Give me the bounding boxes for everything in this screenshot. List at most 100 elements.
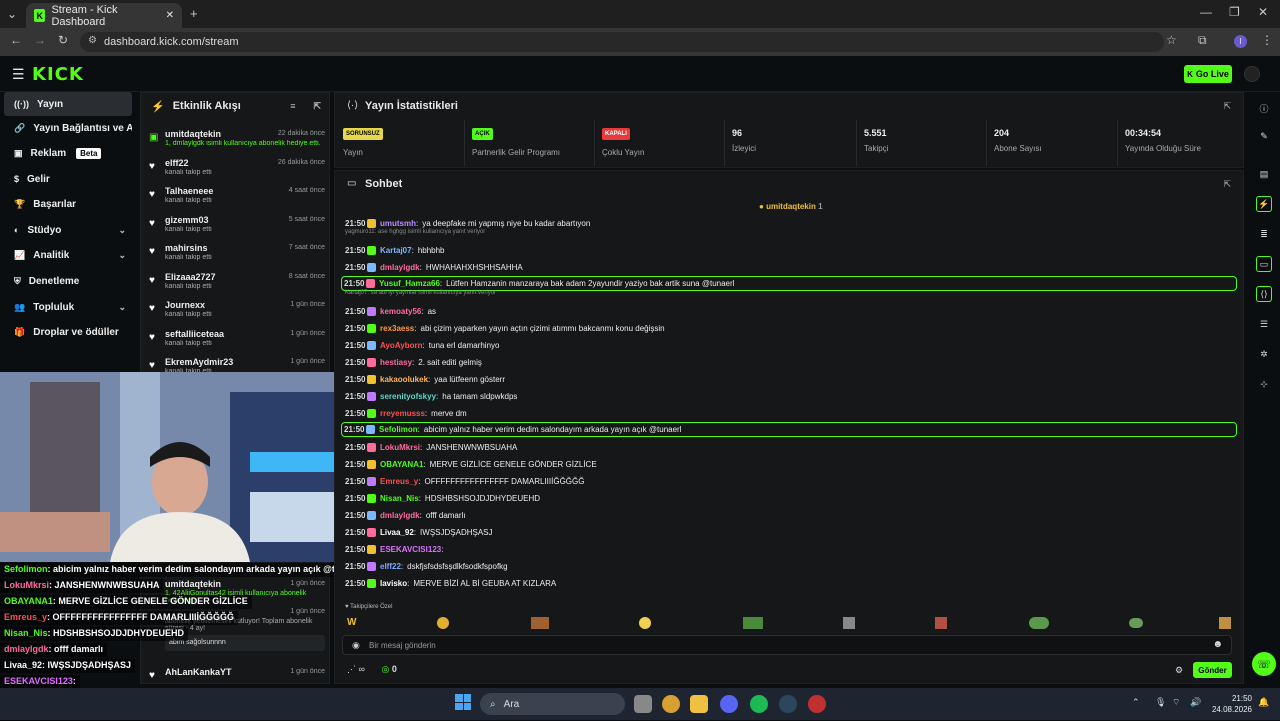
layout-icon[interactable]: ▤ [1256,166,1272,182]
chat-message[interactable]: 21:50 Sefolimon: abicim yalnız haber verim… [341,422,1237,437]
chat-message[interactable]: 21:50 Yusuf_Hamza66: Lütfen Hamzanin manza… [341,276,1237,291]
info-icon[interactable]: ⓘ [1256,100,1272,116]
sidebar-item-5[interactable]: ◐ Stüdyo ⌄ [4,218,132,242]
browser-tab[interactable]: K Stream - Kick Dashboard ✕ [26,3,182,28]
emote-w-icon[interactable]: W [347,617,356,628]
chat-message[interactable]: 21:50 lavisko: MERVE BİZİ AL Bİ GEUBA AT K… [345,575,1235,591]
kick-logo[interactable]: KICK [32,64,84,85]
sidebar-item-4[interactable]: 🏆 Başarılar [4,192,132,216]
chat-message[interactable]: 21:50 kakaoolukek: yaa lütfeenn gösterr [345,371,1235,387]
tray-chevron-icon[interactable]: ⌃ [1132,697,1140,708]
tab-list-icon[interactable]: ⌄ [7,7,17,21]
emote-sun-icon[interactable] [639,617,651,629]
mic-icon[interactable]: 🎙 [1155,697,1166,708]
activity-item[interactable]: ♥ mahirsins kanalı takip etti 7 saat önce [145,241,329,269]
sidebar-item-7[interactable]: ⛨ Denetleme [4,269,132,293]
activity-item[interactable]: ♥ gizemm03 kanalı takip etti 5 saat önce [145,213,329,241]
browser-menu-icon[interactable]: ⋮ [1261,33,1273,47]
chat-username[interactable]: dmlaylgdk [380,511,420,520]
maximize-icon[interactable]: ❐ [1229,5,1240,19]
taskview-icon[interactable] [634,695,652,713]
edit-icon[interactable]: ✎ [1256,128,1272,144]
chat-username[interactable]: Yusuf_Hamza66 [379,279,440,288]
chat-toggle-icon[interactable]: ▭ [1256,256,1272,272]
chat-username[interactable]: ESEKAVCISI123 [380,545,441,554]
chat-identity-icon[interactable]: ◉ [352,640,360,651]
minimize-icon[interactable]: — [1200,5,1212,19]
extensions-icon[interactable]: ⧉ [1198,33,1207,48]
chat-message[interactable]: 21:50 rex3aess: abi çizim yaparken yayın a… [345,320,1235,336]
emote-pepe2-icon[interactable] [1129,618,1143,628]
send-button[interactable]: Gönder [1193,662,1232,678]
chat-message[interactable]: 21:50 OBAYANA1: MERVE GİZLİCE GENELE GÖNDE… [345,456,1235,472]
activity-item[interactable]: ♥ seftalliiceteaa kanalı takip etti 1 gün ö… [145,327,329,355]
chat-username[interactable]: Emreus_y [380,477,418,486]
chat-username[interactable]: OBAYANA1 [380,460,423,469]
spotify-icon[interactable] [750,695,768,713]
sidebar-item-9[interactable]: 🎁 Droplar ve ödüller [4,320,132,344]
chat-username[interactable]: rreyemusss [380,409,425,418]
emote-face-icon[interactable] [437,617,449,629]
sidebar-item-2[interactable]: ▣ Reklam Beta [4,141,132,165]
activity-item[interactable]: ▣ umitdaqtekin 1, dmlaylgdk isimli kullanı… [145,127,329,155]
sidebar-item-1[interactable]: 🔗 Yayın Bağlantısı ve Anahtarı [4,116,132,140]
site-info-icon[interactable]: ⚙ [88,35,97,46]
emoji-icon[interactable]: ☻ [1212,639,1223,650]
hamburger-menu-icon[interactable]: ☰ [12,66,25,83]
stats-toggle-icon[interactable]: ⟨⟩ [1256,286,1272,302]
tools-icon[interactable]: ✲ [1256,346,1272,362]
chat-message[interactable]: 21:50 serenityofskyy: ha tamam sldpwkdps [345,388,1235,404]
activity-item[interactable]: ♥ Elizaaa2727 kanalı takip etti 8 saat önce [145,270,329,298]
chat-message[interactable]: 21:50 dmlaylgdk: offf damarlı [345,507,1235,523]
popout-icon[interactable]: ⇱ [313,101,321,112]
activity-item[interactable]: ♥ Journexx kanalı takip etti 1 gün önce [145,298,329,326]
reload-icon[interactable]: ↻ [58,33,68,47]
chat-username[interactable]: Livaa_92 [380,528,414,537]
chat-message[interactable]: 21:50 Kartaj07: hbhbhb [345,242,1235,258]
chat-message[interactable]: 21:50 kemoaty56: as [345,303,1235,319]
sidebar-item-0[interactable]: ((·)) Yayın [4,92,132,116]
chat-message[interactable]: 21:50 Livaa_92: IWŞSJDŞADHŞASJ [345,524,1235,540]
emote-cat-icon[interactable] [531,617,549,629]
filter-icon[interactable]: ≡ [290,101,295,111]
chat-username[interactable]: serenityofskyy [380,392,436,401]
bookmark-star-icon[interactable]: ☆ [1166,33,1177,47]
taskbar-search[interactable]: ⌕ Ara [480,693,625,715]
chat-message[interactable]: 21:50 AyoAyborn: tuna erl damarhinyo [345,337,1235,353]
sidebar-item-3[interactable]: $ Gelir [4,167,132,191]
help-chat-button[interactable]: ☏ [1252,652,1276,676]
chat-message[interactable]: 21:50 hestiasy:2. sait editi gelmiş [345,354,1235,370]
chat-message[interactable]: 21:50 rreyemusss: merve dm [345,405,1235,421]
volume-icon[interactable]: 🔊 [1190,697,1201,708]
go-live-button[interactable]: K Go Live [1184,65,1232,83]
stats-popout-icon[interactable]: ⇱ [1223,101,1231,112]
obs-icon[interactable] [808,695,826,713]
pinned-gift-banner[interactable]: ● umitdaqtekin 1 [759,202,823,211]
forward-icon[interactable]: → [34,33,46,47]
user-avatar[interactable] [1244,66,1260,82]
chat-username[interactable]: elff22 [380,562,401,571]
chat-message[interactable]: 21:50 Emreus_y: OFFFFFFFFFFFFFFFF DAMARLII… [345,473,1235,489]
url-field[interactable]: ⚙ dashboard.kick.com/stream [80,32,1164,52]
chat-username[interactable]: hestiasy [380,358,412,367]
chat-message[interactable]: 21:50 Nisan_Nis: HDSHBSHSOJDJDHYDEUEHD [345,490,1235,506]
chrome-icon[interactable] [662,695,680,713]
chat-message[interactable]: 21:50 elff22: dskfjsfsdsfsşdlkfsodkfspofkg [345,558,1235,574]
chat-message[interactable]: 21:50 LokuMkrsi: JANSHENWNWBSUAHA [345,439,1235,455]
notifications-icon[interactable]: 🔔 [1258,697,1269,708]
chat-username[interactable]: kakaoolukek [380,375,428,384]
network-icon[interactable]: ⌔ [1172,697,1180,708]
chat-username[interactable]: umutsmh [380,219,416,228]
profile-avatar[interactable]: I [1234,35,1247,48]
activity-toggle-icon[interactable]: ⚡ [1256,196,1272,212]
chat-message-input[interactable]: ◉ Bir mesaj gönderin ☻ [342,635,1232,655]
chat-popout-icon[interactable]: ⇱ [1223,179,1231,190]
chat-username[interactable]: Sefolimon [379,425,418,434]
users-icon[interactable]: ⋰ [347,664,356,674]
chat-username[interactable]: kemoaty56 [380,307,421,316]
chat-username[interactable]: LokuMkrsi [380,443,420,452]
discord-icon[interactable] [720,695,738,713]
sidebar-item-8[interactable]: 👥 Topluluk ⌄ [4,295,132,319]
emote-dog-icon[interactable] [1219,617,1231,629]
chat-username[interactable]: lavisko [380,579,407,588]
